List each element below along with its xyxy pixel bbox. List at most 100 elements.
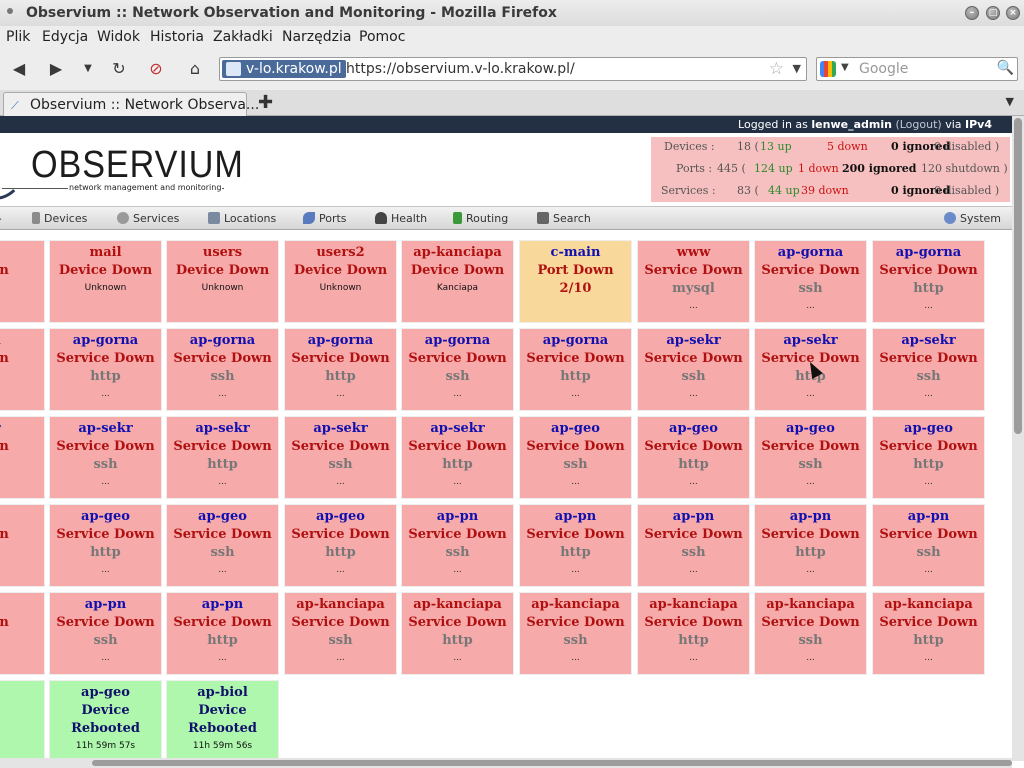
alert-tile[interactable]: ap-sekr Service Down ssh...: [637, 328, 750, 411]
bookmark-star-icon[interactable]: ☆: [769, 59, 784, 79]
alert-tile[interactable]: ap-pn Service Down ssh...: [401, 504, 514, 587]
tile-more: ...: [101, 653, 110, 663]
observium-logo[interactable]: OBSERVIUM network management and monitor…: [0, 140, 243, 200]
alert-tile[interactable]: kr ce ted 48s: [0, 680, 45, 763]
devices-summary[interactable]: Devices : 18 ( 13 up 5 down 0 ignored 0 …: [651, 137, 1010, 157]
nav-services[interactable]: Services: [117, 212, 179, 225]
alert-tile[interactable]: ap-geo Service Down ssh...: [754, 416, 867, 499]
alert-tile[interactable]: ap-pn Service Down ssh...: [49, 592, 162, 675]
alert-tile[interactable]: eo Down: [0, 504, 45, 587]
horizontal-scrollbar[interactable]: [0, 758, 1012, 768]
site-identity-button[interactable]: v-lo.krakow.pl: [222, 60, 346, 78]
alert-tile[interactable]: ap-geo Service Down http...: [872, 416, 985, 499]
search-icon[interactable]: 🔍: [997, 60, 1014, 76]
alert-tile[interactable]: ap-sekr Service Down http...: [166, 416, 279, 499]
alert-tile[interactable]: ap-geo Service Down http...: [637, 416, 750, 499]
url-bar[interactable]: v-lo.krakow.pl https://observium.v-lo.kr…: [219, 57, 807, 81]
url-dropdown-icon[interactable]: ▼: [793, 62, 801, 75]
nav-health[interactable]: Health: [375, 212, 427, 225]
reload-icon[interactable]: ↻: [107, 57, 131, 81]
alert-tile[interactable]: ap-kanciapa Service Down http...: [401, 592, 514, 675]
alert-tile[interactable]: ap-gorna Service Down http...: [872, 240, 985, 323]
alert-tile[interactable]: ap-biol Device Rebooted 11h 59m 56s: [166, 680, 279, 763]
nav-ports[interactable]: Ports: [303, 212, 347, 225]
tile-service: ssh: [916, 545, 941, 560]
alert-tile[interactable]: ap-kanciapa Service Down http...: [872, 592, 985, 675]
menu-file[interactable]: Plik: [6, 29, 30, 45]
forward-icon[interactable]: ▶: [44, 57, 68, 81]
window-menu-icon[interactable]: [7, 8, 13, 14]
horizontal-scroll-thumb[interactable]: [92, 760, 1012, 766]
new-tab-icon[interactable]: ✚: [258, 92, 273, 113]
alert-tile[interactable]: ap-pn Service Down http...: [166, 592, 279, 675]
alert-tile[interactable]: ap-sekr Service Down http...: [401, 416, 514, 499]
alert-tile[interactable]: mail Device Down Unknown: [49, 240, 162, 323]
alert-tile[interactable]: ap-pn Service Down http...: [519, 504, 632, 587]
ports-summary[interactable]: Ports : 445 ( 124 up 1 down 200 ignored …: [651, 159, 1010, 179]
tile-status: Service Down: [291, 439, 390, 454]
alert-tile[interactable]: ap-gorna Service Down http...: [519, 328, 632, 411]
alert-tile[interactable]: users Device Down Unknown: [166, 240, 279, 323]
alert-tile[interactable]: ap-gorna Service Down ssh...: [754, 240, 867, 323]
back-icon[interactable]: ◀: [7, 57, 31, 81]
menu-history[interactable]: Historia: [150, 29, 204, 45]
alert-tile[interactable]: ap-geo Device Rebooted 11h 59m 57s: [49, 680, 162, 763]
alert-tile[interactable]: c-main Port Down 2/10: [519, 240, 632, 323]
alert-tile[interactable]: ap-geo Service Down ssh...: [519, 416, 632, 499]
tile-hostname: ap-kanciapa: [296, 597, 385, 612]
alert-tile[interactable]: ap-gorna Service Down ssh...: [401, 328, 514, 411]
alert-tile[interactable]: users2 Device Down Unknown: [284, 240, 397, 323]
logout-link[interactable]: (Logout): [895, 118, 941, 131]
alert-tile[interactable]: ap-gorna Service Down http...: [49, 328, 162, 411]
maximize-button[interactable]: □: [986, 6, 1000, 20]
alert-tile[interactable]: n Down p: [0, 592, 45, 675]
tab-observium[interactable]: ⟋ Observium :: Network Observa...: [3, 92, 259, 116]
menu-edit[interactable]: Edycja: [42, 29, 88, 45]
alert-tile[interactable]: ap-pn Service Down http...: [754, 504, 867, 587]
menu-help[interactable]: Pomoc: [359, 29, 405, 45]
minimize-button[interactable]: –: [965, 6, 979, 20]
alert-tile[interactable]: ap-geo Service Down http...: [284, 504, 397, 587]
alert-tile[interactable]: ap-geo Service Down ssh...: [166, 504, 279, 587]
alert-tile[interactable]: ap-sekr Service Down ssh...: [284, 416, 397, 499]
alert-tile[interactable]: ap-kanciapa Service Down ssh...: [519, 592, 632, 675]
menu-tools[interactable]: Narzędzia: [282, 29, 351, 45]
alert-tile[interactable]: ap-sekr Service Down ssh...: [49, 416, 162, 499]
list-all-tabs-icon[interactable]: ▼: [1006, 95, 1014, 108]
login-user[interactable]: lenwe_admin: [811, 118, 892, 131]
nav-services-label: Services: [133, 212, 180, 225]
alert-tile[interactable]: ap-kanciapa Service Down http...: [637, 592, 750, 675]
nav-search[interactable]: Search: [537, 212, 591, 225]
search-bar[interactable]: ▼ Google 🔍: [816, 57, 1018, 81]
alert-tile[interactable]: ap-kanciapa Device Down Kanciapa: [401, 240, 514, 323]
alert-tile[interactable]: ap-kanciapa Service Down ssh...: [284, 592, 397, 675]
alert-tile[interactable]: ekr Down p: [0, 416, 45, 499]
alert-tile[interactable]: ap-pn Service Down ssh...: [872, 504, 985, 587]
close-button[interactable]: ×: [1006, 6, 1020, 20]
search-engine-selector[interactable]: ▼: [820, 61, 854, 77]
alert-tile[interactable]: ap-pn Service Down ssh...: [637, 504, 750, 587]
stop-icon[interactable]: ⊘: [144, 57, 168, 81]
tile-status: Service Down: [644, 263, 743, 278]
nav-devices[interactable]: Devices: [32, 212, 87, 225]
services-summary[interactable]: Services : 83 ( 44 up 39 down 0 ignored …: [651, 181, 1010, 201]
alert-tile[interactable]: ap-gorna Service Down http...: [284, 328, 397, 411]
url-text[interactable]: https://observium.v-lo.krakow.pl/: [346, 61, 575, 77]
alert-tile[interactable]: ap-gorna Service Down ssh...: [166, 328, 279, 411]
vertical-scroll-thumb[interactable]: [1014, 118, 1022, 434]
alert-tile[interactable]: w Down wn: [0, 240, 45, 323]
alert-tile[interactable]: rna Down: [0, 328, 45, 411]
nav-system[interactable]: System: [944, 212, 1001, 225]
alert-tile[interactable]: ap-kanciapa Service Down ssh...: [754, 592, 867, 675]
nav-routing[interactable]: Routing: [453, 212, 508, 225]
history-dropdown-icon[interactable]: ▼: [76, 57, 100, 81]
menu-bookmarks[interactable]: Zakładki: [213, 29, 273, 45]
home-icon[interactable]: ⌂: [183, 57, 207, 81]
nav-locations[interactable]: Locations: [208, 212, 276, 225]
alert-tile[interactable]: ap-geo Service Down http...: [49, 504, 162, 587]
vertical-scrollbar[interactable]: [1012, 116, 1024, 761]
alert-tile[interactable]: ap-sekr Service Down ssh...: [872, 328, 985, 411]
menu-view[interactable]: Widok: [97, 29, 140, 45]
alert-tile[interactable]: www Service Down mysql...: [637, 240, 750, 323]
nav-overview-partial[interactable]: ▸: [0, 212, 2, 225]
